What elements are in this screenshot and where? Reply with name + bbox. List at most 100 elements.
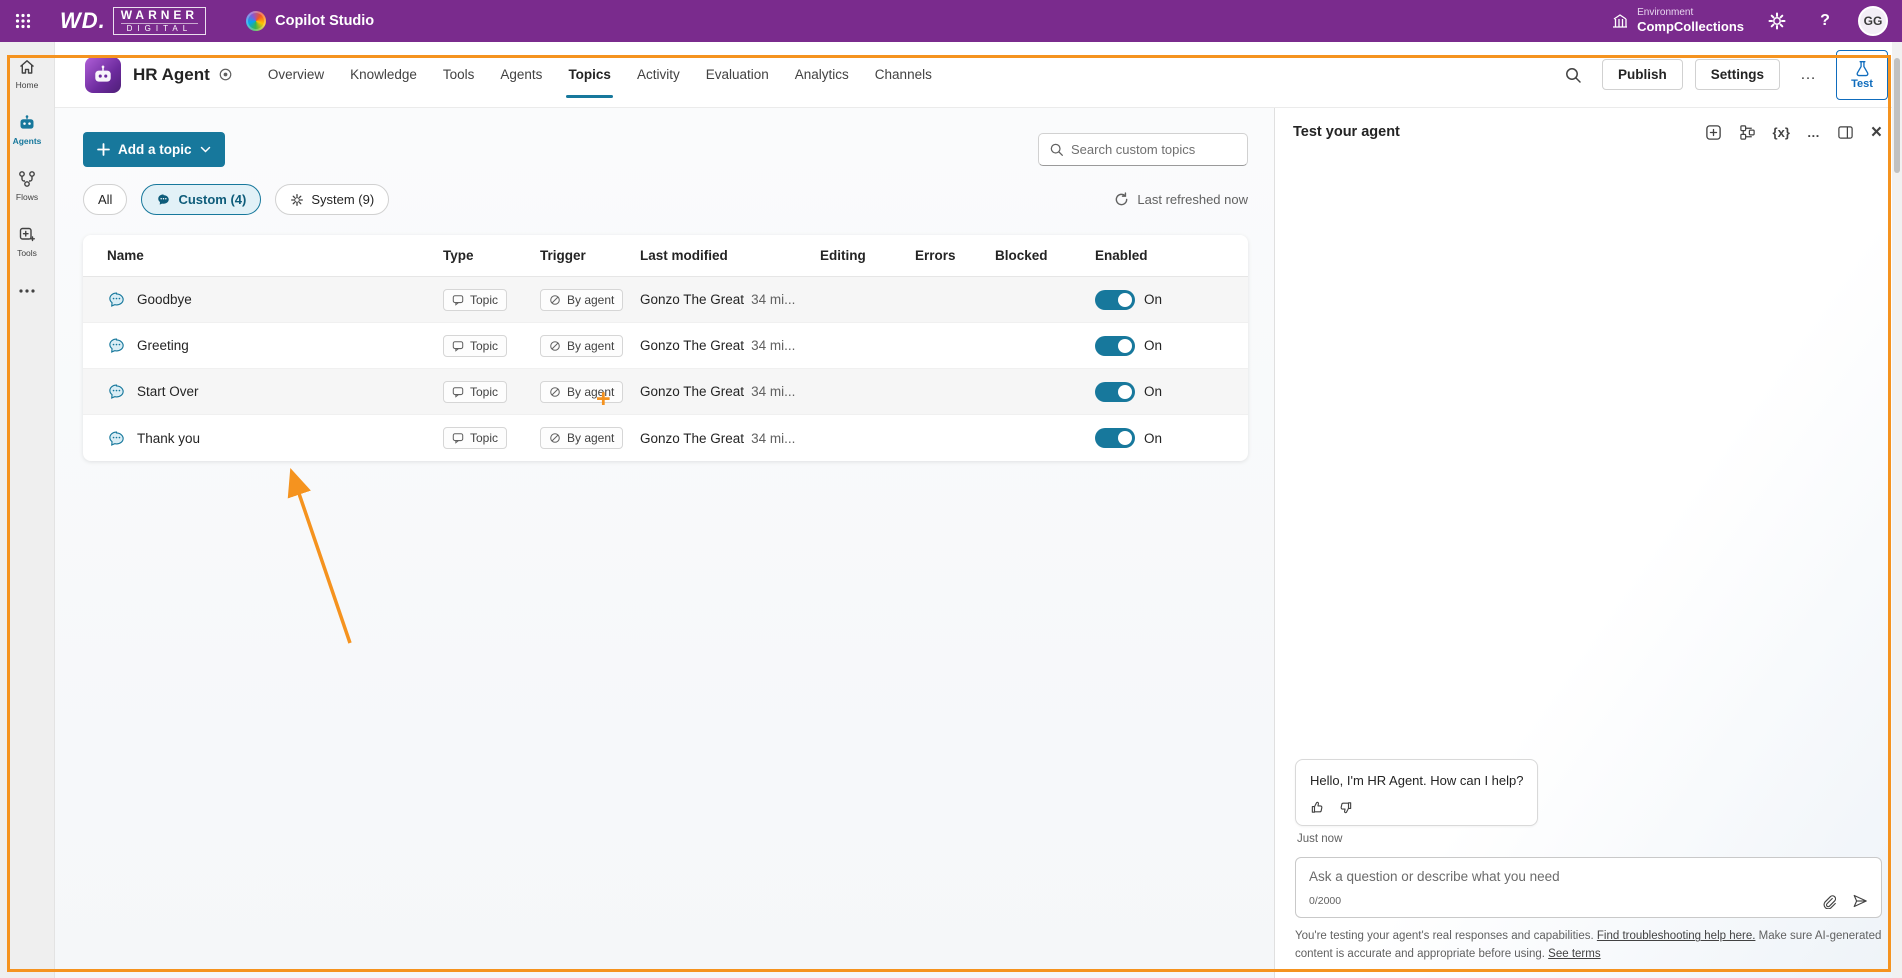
chat-bubble-icon	[158, 194, 170, 205]
environment-picker[interactable]: Environment CompCollections	[1611, 7, 1744, 35]
disclaimer-text: You're testing your agent's real respons…	[1295, 930, 1597, 943]
tools-icon	[19, 227, 35, 241]
type-badge-label: Topic	[470, 431, 499, 445]
enabled-label: On	[1144, 338, 1163, 353]
new-conversation-icon[interactable]	[1705, 124, 1722, 141]
tab-topics[interactable]: Topics	[555, 42, 624, 107]
chat-transcript: Hello, I'm HR Agent. How can I help? Jus…	[1275, 156, 1902, 857]
troubleshooting-link[interactable]: Find troubleshooting help here.	[1597, 930, 1756, 942]
topic-badge-icon	[452, 294, 464, 306]
table-row[interactable]: Greeting Topic By agent Gonzo The Great 3…	[83, 323, 1248, 369]
column-header: Name	[107, 248, 144, 263]
tab-label: Topics	[568, 67, 611, 82]
activity-map-icon[interactable]	[1739, 124, 1756, 141]
tab-overview[interactable]: Overview	[255, 42, 337, 107]
tab-label: Evaluation	[705, 67, 769, 82]
send-icon[interactable]	[1852, 893, 1868, 909]
agent-avatar	[85, 56, 121, 93]
by-agent-icon	[550, 340, 560, 351]
add-topic-button[interactable]: Add a topic	[83, 132, 225, 167]
help-icon[interactable]: ?	[1810, 6, 1840, 36]
trigger-badge: By agent	[540, 288, 624, 311]
tab-agents[interactable]: Agents	[487, 42, 555, 107]
test-panel-more-icon[interactable]: …	[1807, 125, 1820, 140]
tab-channels[interactable]: Channels	[862, 42, 945, 107]
environment-label: Environment	[1637, 7, 1694, 19]
filter-label: All	[98, 192, 113, 207]
sidebar-item-flows[interactable]: Flows	[3, 162, 51, 208]
toggle-knob	[1118, 384, 1132, 399]
modified-by: Gonzo The Great	[640, 338, 745, 353]
sidebar-item-home[interactable]: Home	[3, 50, 51, 96]
tab-label: Knowledge	[350, 67, 417, 82]
table-row[interactable]: Thank you Topic By agent Gonzo The Great…	[83, 415, 1248, 461]
settings-button[interactable]: Settings	[1694, 59, 1780, 90]
tab-analytics[interactable]: Analytics	[782, 42, 862, 107]
thumbs-up-icon[interactable]	[1310, 800, 1325, 815]
tab-knowledge[interactable]: Knowledge	[337, 42, 430, 107]
enabled-toggle[interactable]	[1095, 335, 1135, 356]
filter-label: System (9)	[311, 192, 375, 207]
flask-icon	[1856, 60, 1868, 76]
tab-label: Overview	[267, 67, 325, 82]
add-topic-label: Add a topic	[118, 142, 192, 157]
toggle-knob	[1118, 292, 1132, 307]
message-timestamp: Just now	[1297, 833, 1343, 846]
trigger-badge-label: By agent	[567, 431, 615, 445]
type-badge: Topic	[443, 334, 508, 357]
sidebar-more-icon[interactable]	[18, 288, 36, 294]
thumbs-down-icon[interactable]	[1338, 800, 1353, 815]
enabled-toggle[interactable]	[1095, 428, 1135, 448]
table-row[interactable]: Goodbye Topic By agent Gonzo The Great 34…	[83, 277, 1248, 323]
char-counter: 0/2000	[1309, 895, 1342, 908]
agent-status-icon[interactable]	[218, 67, 233, 82]
chat-input[interactable]	[1309, 869, 1868, 885]
copilot-studio-icon	[246, 11, 267, 31]
chat-input-box: 0/2000	[1295, 857, 1882, 919]
table-row[interactable]: Start Over Topic By agent Gonzo The Grea…	[83, 369, 1248, 415]
column-header: Errors	[915, 248, 956, 263]
filter-system-pill[interactable]: System (9)	[275, 184, 390, 215]
tab-tools[interactable]: Tools	[430, 42, 488, 107]
chat-bubble-icon	[109, 430, 124, 446]
filter-all-pill[interactable]: All	[83, 184, 128, 215]
modified-time: 34 mi...	[751, 430, 796, 446]
tab-activity[interactable]: Activity	[624, 42, 693, 107]
filter-custom-pill[interactable]: Custom (4)	[141, 184, 262, 215]
enabled-toggle[interactable]	[1095, 381, 1135, 402]
see-terms-link[interactable]: See terms	[1548, 948, 1600, 960]
thumb-down-glyph	[1340, 802, 1352, 814]
toggle-knob	[1118, 338, 1132, 353]
refresh-icon	[1116, 192, 1128, 206]
waffle-menu-icon[interactable]	[0, 0, 46, 42]
header-search-icon[interactable]	[1556, 58, 1590, 92]
enabled-label: On	[1144, 430, 1163, 446]
gear-icon	[1768, 12, 1786, 30]
header-more-button[interactable]: …	[1792, 62, 1824, 88]
modified-time: 34 mi...	[751, 338, 796, 353]
sidebar-item-tools[interactable]: Tools	[3, 218, 51, 264]
refresh-status[interactable]: Last refreshed now	[1114, 192, 1248, 207]
publish-button[interactable]: Publish	[1601, 59, 1683, 90]
topics-search-input[interactable]	[1071, 142, 1237, 157]
close-icon[interactable]: ×	[1871, 123, 1882, 142]
tab-evaluation[interactable]: Evaluation	[693, 42, 782, 107]
attachment-icon[interactable]	[1820, 893, 1836, 910]
window-scrollbar[interactable]	[1892, 42, 1902, 978]
dock-panel-glyph	[1838, 125, 1853, 139]
sidebar-item-agents[interactable]: Agents	[3, 106, 51, 152]
chat-bubble-icon	[109, 292, 124, 307]
user-avatar[interactable]: GG	[1858, 6, 1888, 36]
test-button[interactable]: Test	[1836, 49, 1888, 100]
modified-time: 34 mi...	[751, 292, 796, 307]
toggle-knob	[1118, 431, 1132, 445]
enabled-toggle[interactable]	[1095, 289, 1135, 310]
activity-map-glyph	[1739, 124, 1755, 140]
app-name: Copilot Studio	[275, 13, 375, 29]
settings-gear-icon[interactable]	[1762, 6, 1792, 36]
topic-badge-icon	[452, 433, 464, 444]
dock-panel-icon[interactable]	[1837, 124, 1854, 141]
scrollbar-thumb[interactable]	[1894, 58, 1900, 173]
variables-icon[interactable]: {x}	[1773, 125, 1790, 140]
column-header: Editing	[820, 248, 866, 263]
